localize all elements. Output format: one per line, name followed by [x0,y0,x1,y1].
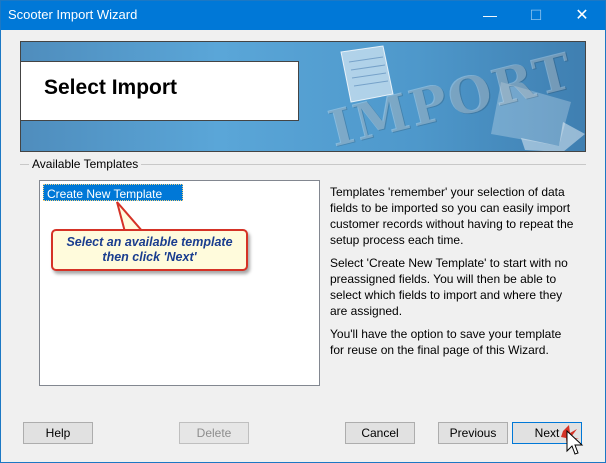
page-title: Select Import [21,61,299,121]
window-title: Scooter Import Wizard [8,7,138,22]
templates-listbox[interactable]: Create New Template [39,180,320,386]
maximize-button[interactable]: ☐ [513,1,559,30]
minimize-button[interactable]: — [467,1,513,30]
mouse-cursor-icon [561,425,584,455]
wizard-window: Scooter Import Wizard — ☐ ✕ IMPORT Selec… [0,0,606,463]
header-banner: IMPORT Select Import [20,41,586,152]
description-paragraph-1: Templates 'remember' your selection of d… [330,185,574,247]
close-button[interactable]: ✕ [559,1,605,30]
group-label: Available Templates [29,157,142,171]
delete-button[interactable]: Delete [179,422,249,444]
title-bar[interactable]: Scooter Import Wizard — ☐ ✕ [1,1,605,30]
hint-callout: Select an available template then click … [51,229,248,271]
callout-line-1: Select an available template [66,235,233,249]
list-item[interactable]: Create New Template [43,184,183,201]
description-text: Templates 'remember' your selection of d… [330,184,575,365]
cancel-button[interactable]: Cancel [345,422,415,444]
callout-line-2: then click 'Next' [102,250,197,264]
previous-button[interactable]: Previous [438,422,508,444]
help-button[interactable]: Help [23,422,93,444]
description-paragraph-2: Select 'Create New Template' to start wi… [330,256,568,318]
description-paragraph-3: You'll have the option to save your temp… [330,327,562,357]
